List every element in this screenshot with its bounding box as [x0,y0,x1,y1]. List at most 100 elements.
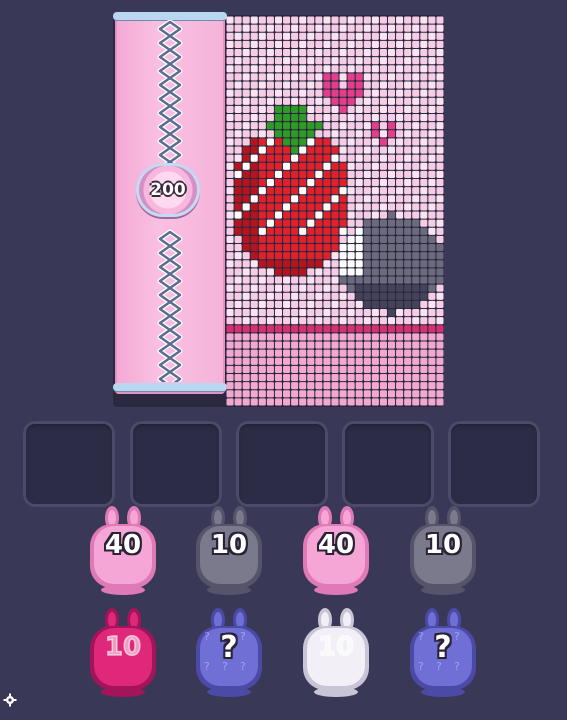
pixel-cell [404,195,412,203]
pixel-cell [226,65,234,73]
bunny-figure[interactable]: 10 [404,506,482,596]
pixel-cell [331,57,339,65]
pixel-cell [363,341,371,349]
pixel-cell [283,235,291,244]
pixel-cell [283,211,291,219]
pixel-cell [412,89,420,97]
pixel-cell [226,114,234,122]
pixel-cell [226,81,234,89]
pixel-cell [404,162,412,170]
pixel-cell [291,16,299,24]
pixel-cell [420,292,428,300]
holding-slot-2[interactable] [130,421,222,507]
pixel-cell [283,65,291,73]
pixel-cell [396,300,404,309]
bunny-figure[interactable]: 40 [297,506,375,596]
pixel-cell [266,130,274,138]
pixel-cell [371,170,379,179]
pixel-cell [226,97,234,105]
pixel-cell [379,252,387,260]
pixel-cell [404,292,412,300]
pixel-cell [379,24,387,32]
pixel-cell [339,268,347,276]
pixel-cell [234,341,242,349]
pixel-cell [242,300,250,309]
pixel-cell [307,154,315,162]
pixel-cell [299,162,307,170]
bunny-figure[interactable]: 10 [190,506,268,596]
pixel-cell [436,73,444,81]
pixel-cell [299,333,307,341]
pixel-cell [428,227,436,235]
pixel-cell [323,325,331,333]
pixel-cell [396,16,404,24]
pixel-cell [371,365,379,374]
pixel-cell [234,300,242,309]
pixel-cell [250,268,258,276]
pixel-cell [242,333,250,341]
pixel-cell [234,235,242,244]
pixel-cell [371,309,379,317]
bunny-figure[interactable]: 40 [84,506,162,596]
holding-slot-5[interactable] [448,421,540,507]
pixel-cell [404,146,412,154]
pixel-cell [299,122,307,130]
pixel-art-grid[interactable] [226,16,444,406]
pixel-cell [234,382,242,390]
pixel-cell [234,292,242,300]
pixel-cell [291,398,299,406]
pixel-cell [299,89,307,97]
pixel-cell [234,244,242,252]
pixel-cell [242,252,250,260]
pixel-cell [436,357,444,365]
pixel-cell [323,16,331,24]
pixel-cell [339,24,347,32]
pixel-cell [371,89,379,97]
pixel-cell [283,187,291,195]
holding-slot-1[interactable] [23,421,115,507]
pixel-cell [404,398,412,406]
pixel-cell [323,170,331,179]
pixel-cell [242,73,250,81]
holding-slot-3[interactable] [236,421,328,507]
pixel-cell [283,73,291,81]
pixel-cell [347,114,355,122]
gear-icon[interactable] [3,693,17,707]
pixel-cell [283,154,291,162]
pixel-cell [323,309,331,317]
pixel-cell [299,65,307,73]
pixel-cell [226,195,234,203]
pixel-cell [404,89,412,97]
pixel-cell [420,179,428,187]
pixel-cell [436,122,444,130]
pixel-cell [331,227,339,235]
pixel-cell [315,211,323,219]
pixel-cell [266,219,274,227]
pixel-cell [355,260,363,268]
pixel-cell [339,333,347,341]
pixel-cell [404,130,412,138]
pixel-cell [274,317,283,325]
pixel-cell [420,398,428,406]
pixel-cell [315,219,323,227]
pixel-cell [363,105,371,114]
pixel-cell [323,81,331,89]
rail-top-cap [113,12,227,20]
pixel-cell [347,349,355,357]
pixel-cell [387,97,396,105]
pixel-cell [315,309,323,317]
pixel-cell [323,97,331,105]
pixel-cell [355,57,363,65]
pixel-cell [371,195,379,203]
pixel-cell [291,49,299,57]
pixel-cell [339,398,347,406]
pixel-cell [363,122,371,130]
pixel-cell [226,382,234,390]
holding-slot-4[interactable] [342,421,434,507]
pixel-cell [274,24,283,32]
pixel-cell [266,276,274,284]
pixel-cell [315,235,323,244]
pixel-cell [299,317,307,325]
pixel-cell [266,374,274,382]
pixel-cell [428,114,436,122]
